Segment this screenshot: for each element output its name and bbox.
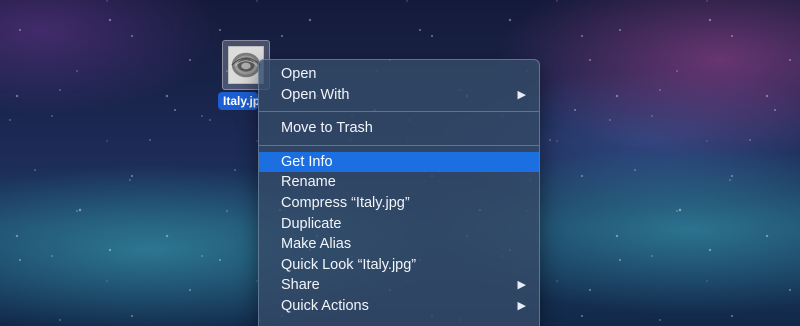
submenu-arrow-icon: ▶ — [517, 279, 526, 292]
menu-item-label: Rename — [281, 174, 336, 191]
menu-item-label: Compress “Italy.jpg” — [281, 194, 410, 211]
submenu-arrow-icon: ▶ — [517, 88, 526, 101]
menu-item-rename[interactable]: Rename — [259, 172, 539, 193]
menu-item-share[interactable]: Share ▶ — [259, 275, 539, 296]
menu-separator — [259, 111, 539, 113]
menu-item-label: Duplicate — [281, 215, 342, 232]
menu-item-quick-look-italy-jpg[interactable]: Quick Look “Italy.jpg” — [259, 255, 539, 276]
menu-item-label: Move to Trash — [281, 120, 373, 137]
menu-item-open[interactable]: Open — [259, 64, 539, 85]
menu-item-label: Make Alias — [281, 236, 352, 253]
menu-item-label: Get Info — [281, 153, 333, 170]
menu-item-compress-italy-jpg[interactable]: Compress “Italy.jpg” — [259, 193, 539, 214]
menu-item-label: Share — [281, 277, 320, 294]
menu-item-open-with[interactable]: Open With ▶ — [259, 85, 539, 106]
menu-item-duplicate[interactable]: Duplicate — [259, 214, 539, 235]
menu-item-label: Quick Look “Italy.jpg” — [281, 256, 417, 273]
menu-item-label: Open With — [281, 86, 350, 103]
file-name-label[interactable]: Italy.jpg — [218, 92, 258, 110]
menu-item-quick-actions[interactable]: Quick Actions ▶ — [259, 296, 539, 317]
menu-item-label: Quick Actions — [281, 297, 369, 314]
submenu-arrow-icon: ▶ — [517, 299, 526, 312]
menu-item-label: Open — [281, 66, 317, 82]
menu-item-move-to-trash[interactable]: Move to Trash — [259, 118, 539, 139]
menu-item-get-info[interactable]: Get Info — [259, 151, 539, 173]
menu-separator — [259, 144, 539, 146]
menu-item-make-alias[interactable]: Make Alias — [259, 234, 539, 255]
context-menu: Open Open With ▶ Move to Trash Get Info Renam… — [258, 59, 540, 326]
